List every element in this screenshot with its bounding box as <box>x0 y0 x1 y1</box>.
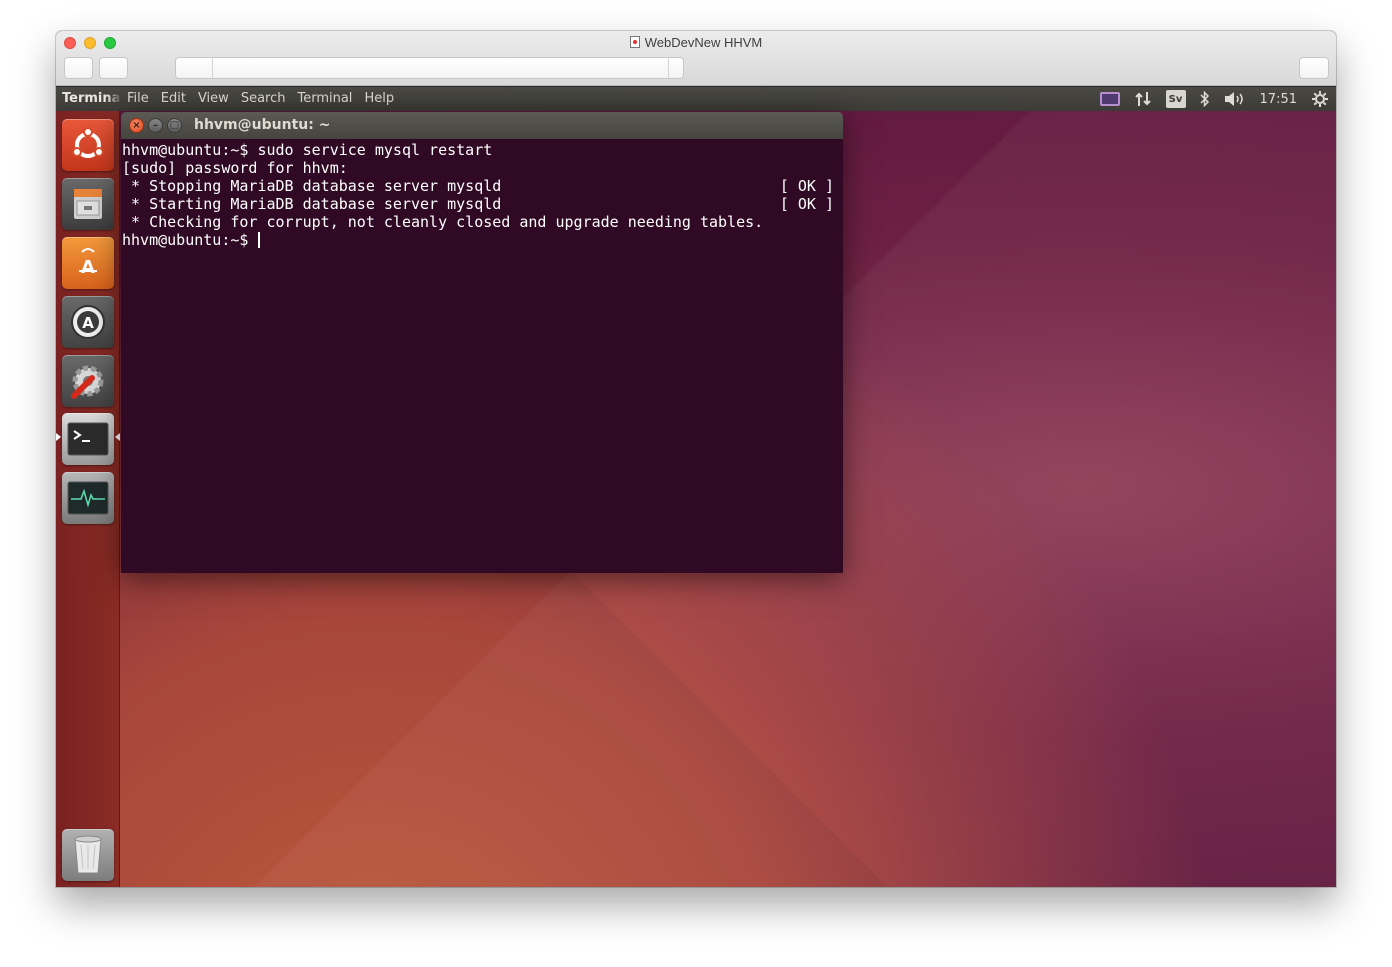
display-icon[interactable] <box>1099 92 1120 106</box>
active-pip-right <box>115 433 120 441</box>
terminal-line-status: [ OK ] <box>779 177 834 195</box>
launcher-system-settings-button[interactable] <box>62 355 114 407</box>
network-arrows-icon[interactable] <box>1134 91 1152 107</box>
menu-view[interactable]: View <box>198 91 229 106</box>
menu-search[interactable]: Search <box>241 91 286 106</box>
software-updater-icon: A <box>71 305 105 339</box>
terminal-titlebar[interactable]: × – □ hhvm@ubuntu: ~ <box>121 112 843 139</box>
svg-text:A: A <box>81 257 95 278</box>
keyboard-layout-icon[interactable]: Sv <box>1165 90 1186 108</box>
terminal-icon <box>67 422 109 456</box>
top-panel: Terminal File Edit View Search Terminal … <box>56 87 1336 111</box>
toolbar-button-right[interactable] <box>1299 57 1329 79</box>
clock[interactable]: 17:51 <box>1260 92 1297 107</box>
keyboard-layout-label: Sv <box>1168 93 1183 105</box>
toolbar-button-2[interactable] <box>99 57 128 79</box>
bluetooth-icon[interactable] <box>1200 91 1210 107</box>
window-title-text: WebDevNew HHVM <box>644 35 763 50</box>
ubuntu-desktop: Terminal File Edit View Search Terminal … <box>56 87 1336 887</box>
terminal-window: × – □ hhvm@ubuntu: ~ hhvm@ubuntu:~$ sudo… <box>121 112 843 573</box>
launcher-software-center-button[interactable]: A <box>62 237 114 289</box>
terminal-line-text: * Stopping MariaDB database server mysql… <box>122 177 502 195</box>
terminal-line-text: [sudo] password for hhvm: <box>122 159 348 177</box>
terminal-line-text: hhvm@ubuntu:~$ sudo service mysql restar… <box>122 141 493 159</box>
menu-terminal[interactable]: Terminal <box>297 91 352 106</box>
launcher-terminal-button[interactable] <box>62 413 114 465</box>
vm-window: WebDevNew HHVM Terminal File Edit View S… <box>56 31 1336 887</box>
files-cabinet-icon <box>74 189 102 219</box>
system-settings-icon <box>71 365 104 399</box>
active-pip-left <box>56 433 61 441</box>
launcher-software-updater-button[interactable]: A <box>62 296 114 348</box>
terminal-prompt: hhvm@ubuntu:~$ <box>122 231 258 249</box>
terminal-line-text: * Checking for corrupt, not cleanly clos… <box>122 213 764 231</box>
terminal-title: hhvm@ubuntu: ~ <box>194 117 331 133</box>
terminal-minimize-button[interactable]: – <box>148 118 163 133</box>
menu-bar: File Edit View Search Terminal Help <box>127 91 406 106</box>
launcher-trash-button[interactable] <box>62 829 114 881</box>
document-icon <box>629 36 640 48</box>
app-name: Terminal <box>62 91 122 106</box>
menu-file[interactable]: File <box>127 91 149 106</box>
toolbar-segmented-control[interactable] <box>175 57 684 79</box>
launcher-ubuntu-button[interactable] <box>62 119 114 171</box>
terminal-line: [sudo] password for hhvm: <box>122 159 834 177</box>
terminal-line: * Starting MariaDB database server mysql… <box>122 195 834 213</box>
terminal-line: * Stopping MariaDB database server mysql… <box>122 177 834 195</box>
software-center-icon: A <box>79 248 97 278</box>
toolbar-button-1[interactable] <box>64 57 93 79</box>
terminal-prompt-line[interactable]: hhvm@ubuntu:~$ <box>122 231 834 249</box>
terminal-line-status: [ OK ] <box>779 195 834 213</box>
terminal-line-text: * Starting MariaDB database server mysql… <box>122 195 502 213</box>
launcher-files-button[interactable] <box>62 178 114 230</box>
text-cursor <box>258 232 261 248</box>
system-monitor-icon <box>67 481 109 515</box>
launcher: A A <box>56 111 120 887</box>
terminal-maximize-button[interactable]: □ <box>167 118 182 133</box>
terminal-output[interactable]: hhvm@ubuntu:~$ sudo service mysql restar… <box>121 139 843 573</box>
volume-icon[interactable] <box>1224 91 1246 107</box>
svg-text:A: A <box>82 314 94 332</box>
window-title: WebDevNew HHVM <box>56 35 1336 50</box>
terminal-line: * Checking for corrupt, not cleanly clos… <box>122 213 834 231</box>
menu-edit[interactable]: Edit <box>161 91 186 106</box>
indicator-area: Sv 17:51 <box>1093 87 1336 111</box>
trash-icon <box>74 835 102 874</box>
menu-help[interactable]: Help <box>364 91 394 106</box>
launcher-system-monitor-button[interactable] <box>62 472 114 524</box>
ubuntu-logo-icon <box>72 127 104 158</box>
settings-gear-icon[interactable] <box>1311 90 1329 108</box>
vm-titlebar: WebDevNew HHVM <box>56 31 1336 86</box>
terminal-line: hhvm@ubuntu:~$ sudo service mysql restar… <box>122 141 834 159</box>
terminal-close-button[interactable]: × <box>129 118 144 133</box>
